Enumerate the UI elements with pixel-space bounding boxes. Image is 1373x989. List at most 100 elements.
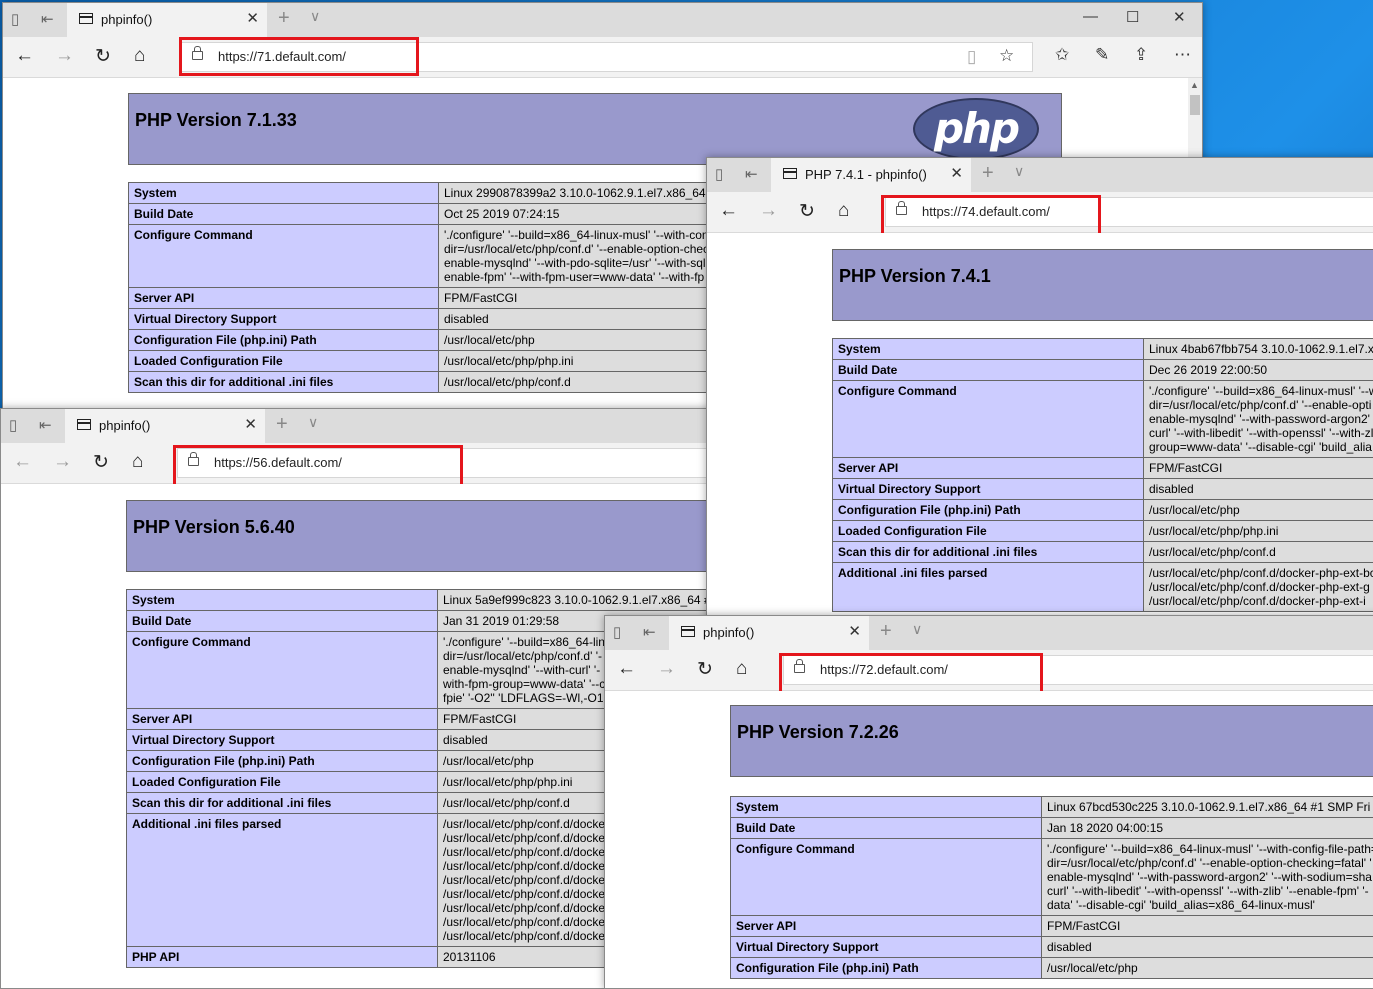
row-label: System	[127, 590, 438, 611]
more-icon[interactable]: ⋯	[1174, 45, 1191, 65]
home-icon[interactable]: ⌂	[132, 451, 143, 473]
tab-close-icon[interactable]: ✕	[950, 164, 963, 182]
value-line: FPM/FastCGI	[1149, 461, 1373, 475]
value-line: './configure' '--build=x86_64-linux-musl…	[1047, 842, 1373, 856]
new-tab-icon[interactable]: +	[276, 413, 288, 436]
row-value: FPM/FastCGI	[1042, 916, 1373, 937]
phpinfo-table: System Linux 4bab67fbb754 3.10.0-1062.9.1…	[832, 338, 1373, 612]
tab-actions-icon[interactable]: ▯	[11, 10, 19, 28]
tab-close-icon[interactable]: ✕	[246, 9, 259, 27]
favorites-icon[interactable]: ✩	[1055, 45, 1069, 65]
row-value: FPM/FastCGI	[1144, 458, 1373, 479]
php-version-header: PHP Version 7.4.1	[832, 249, 1373, 321]
row-label: System	[833, 339, 1144, 360]
refresh-icon[interactable]: ↻	[697, 658, 713, 681]
row-label: PHP API	[127, 947, 438, 968]
tab-menu-icon[interactable]: ∨	[310, 8, 320, 25]
page-title: PHP Version 7.2.26	[737, 722, 899, 743]
forward-icon[interactable]: →	[657, 658, 676, 680]
phpinfo-table: SystemLinux 67bcd530c225 3.10.0-1062.9.1…	[730, 796, 1373, 979]
table-row: SystemLinux 5a9ef999c823 3.10.0-1062.9.1…	[127, 590, 762, 611]
row-label: Loaded Configuration File	[833, 521, 1144, 542]
value-line: enable-mysqlnd' '--with-password-argon2'…	[1047, 870, 1373, 884]
row-value: /usr/local/etc/php	[1042, 958, 1373, 979]
value-line: /usr/local/etc/php	[1149, 503, 1373, 517]
tab-menu-icon[interactable]: ∨	[308, 414, 318, 431]
favorite-star-icon[interactable]: ☆	[999, 46, 1014, 66]
tab-menu-icon[interactable]: ∨	[1014, 163, 1024, 180]
tab-actions-icon[interactable]: ▯	[715, 165, 723, 183]
row-label: Additional .ini files parsed	[833, 563, 1144, 612]
forward-icon[interactable]: →	[759, 200, 778, 222]
close-window-icon[interactable]: ✕	[1173, 8, 1186, 26]
tab-phpinfo[interactable]: phpinfo() ✕	[67, 3, 267, 37]
row-value: /usr/local/etc/php	[1144, 500, 1373, 521]
tab-close-icon[interactable]: ✕	[848, 622, 861, 640]
value-line: curl' '--with-libedit' '--with-openssl' …	[1047, 884, 1373, 898]
row-label: Build Date	[731, 818, 1042, 839]
row-label: Virtual Directory Support	[833, 479, 1144, 500]
row-value: './configure' '--build=x86_64-linux-musl…	[1042, 839, 1373, 916]
row-label: Configuration File (php.ini) Path	[129, 330, 439, 351]
back-icon[interactable]: ←	[15, 45, 34, 67]
tab-php-741[interactable]: PHP 7.4.1 - phpinfo() ✕	[771, 158, 971, 192]
table-row: Additional .ini files parsed/usr/local/e…	[833, 563, 1373, 612]
table-row: Build DateJan 18 2020 04:00:15	[731, 818, 1373, 839]
row-label: Scan this dir for additional .ini files	[833, 542, 1144, 563]
row-value: /usr/local/etc/php/conf.d	[1144, 542, 1373, 563]
new-tab-icon[interactable]: +	[278, 7, 290, 30]
value-line: /usr/local/etc/php/conf.d/docker-php-ext…	[1149, 580, 1373, 594]
refresh-icon[interactable]: ↻	[799, 200, 815, 223]
scroll-thumb[interactable]	[1190, 95, 1200, 115]
tab-phpinfo[interactable]: phpinfo() ✕	[669, 616, 869, 650]
new-tab-icon[interactable]: +	[982, 162, 994, 185]
tab-actions-icon[interactable]: ▯	[613, 623, 621, 641]
value-line: group=www-data' '--disable-cgi' 'build_a…	[1149, 440, 1373, 454]
value-line: './configure' '--build=x86_64-linux-musl…	[1149, 384, 1373, 398]
home-icon[interactable]: ⌂	[736, 658, 747, 680]
refresh-icon[interactable]: ↻	[95, 45, 111, 68]
row-label: Configuration File (php.ini) Path	[731, 958, 1042, 979]
table-row: Virtual Directory Supportdisabled	[731, 937, 1373, 958]
row-label: Build Date	[127, 611, 438, 632]
row-value: Jan 18 2020 04:00:15	[1042, 818, 1373, 839]
tab-title: phpinfo()	[101, 12, 152, 27]
row-label: Virtual Directory Support	[731, 937, 1042, 958]
value-line: /usr/local/etc/php	[1047, 961, 1373, 975]
back-icon[interactable]: ←	[13, 451, 32, 473]
row-label: Configure Command	[833, 381, 1144, 458]
back-icon[interactable]: ←	[617, 658, 636, 680]
tab-phpinfo[interactable]: phpinfo() ✕	[65, 409, 265, 443]
web-note-pen-icon[interactable]: ✎	[1095, 45, 1109, 65]
set-tabs-aside-icon[interactable]: ⇤	[643, 623, 656, 641]
forward-icon[interactable]: →	[53, 451, 72, 473]
page-content: PHP Version 7.2.26 SystemLinux 67bcd530c…	[605, 691, 1373, 988]
maximize-icon[interactable]: ☐	[1126, 8, 1139, 26]
set-tabs-aside-icon[interactable]: ⇤	[39, 416, 52, 434]
table-row: Virtual Directory Supportdisabled	[833, 479, 1373, 500]
tab-close-icon[interactable]: ✕	[244, 415, 257, 433]
home-icon[interactable]: ⌂	[838, 200, 849, 222]
row-value: disabled	[1144, 479, 1373, 500]
minimize-icon[interactable]: —	[1083, 8, 1098, 25]
share-icon[interactable]: ⇪	[1134, 45, 1148, 65]
row-label: Virtual Directory Support	[127, 730, 438, 751]
home-icon[interactable]: ⌂	[134, 45, 145, 67]
tab-strip: ▯ ⇤ phpinfo() ✕ + ∨	[1, 409, 761, 443]
row-label: Additional .ini files parsed	[127, 814, 438, 947]
tab-menu-icon[interactable]: ∨	[912, 621, 922, 638]
row-label: Server API	[129, 288, 439, 309]
refresh-icon[interactable]: ↻	[93, 451, 109, 474]
tab-actions-icon[interactable]: ▯	[9, 416, 17, 434]
browser-window-72: ▯ ⇤ phpinfo() ✕ + ∨ ← → ↻ ⌂ https://72.d…	[604, 615, 1373, 989]
page-icon	[783, 168, 797, 179]
forward-icon[interactable]: →	[55, 45, 74, 67]
reading-view-icon[interactable]: ▯	[967, 47, 976, 67]
scroll-up-icon[interactable]: ▲	[1190, 80, 1199, 90]
back-icon[interactable]: ←	[719, 200, 738, 222]
set-tabs-aside-icon[interactable]: ⇤	[745, 165, 758, 183]
set-tabs-aside-icon[interactable]: ⇤	[41, 10, 54, 28]
new-tab-icon[interactable]: +	[880, 620, 892, 643]
url-highlight-box	[881, 195, 1101, 238]
value-line: Linux 4bab67fbb754 3.10.0-1062.9.1.el7.x	[1149, 342, 1373, 356]
